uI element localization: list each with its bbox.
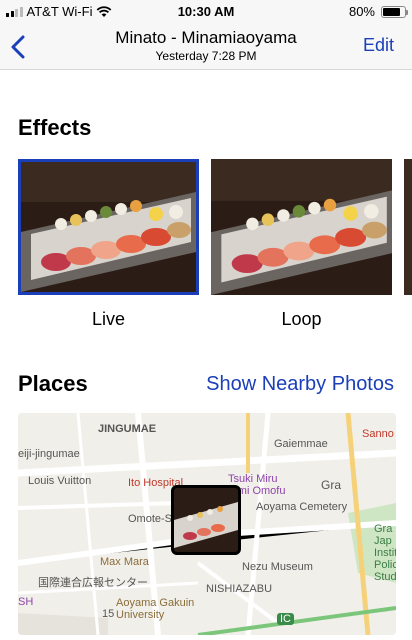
map-label-sanno: Sanno [362, 428, 394, 440]
show-nearby-photos-link[interactable]: Show Nearby Photos [206, 373, 394, 396]
status-right: 80% [348, 4, 408, 19]
map-label-side-4: Polic [374, 559, 396, 571]
places-heading: Places [18, 371, 88, 396]
map-label-aoyama-gakuin: Aoyama Gakuin [116, 597, 195, 609]
effect-loop-thumbnail[interactable] [211, 159, 392, 295]
map-label-sh: SH [18, 596, 34, 608]
pin-photo-thumbnail [174, 488, 238, 552]
map-label-university: University [116, 609, 165, 621]
map-label-omote: Omote-S [128, 513, 173, 525]
battery-percent: 80% [348, 4, 375, 19]
map-label-ic: IC [277, 613, 294, 625]
battery-fill [383, 7, 400, 16]
effect-live-label: Live [91, 309, 126, 329]
map-label-tsuki-miru: Tsuki Miru [228, 473, 278, 485]
map-label-aoyama-cemetery: Aoyama Cemetery [256, 501, 348, 513]
back-chevron-icon[interactable] [8, 34, 30, 60]
places-map[interactable]: Gaiemmae JINGUMAE eiji-jingumae Sanno Lo… [18, 413, 396, 635]
status-bar: AT&T Wi-Fi 10:30 AM 80% [0, 0, 412, 24]
page-subtitle: Yesterday 7:28 PM [155, 49, 257, 63]
map-label-route-15: 15 [102, 608, 115, 620]
map-label-kokusai: 国際連合広報センター [38, 577, 148, 589]
effect-live-thumbnail[interactable] [18, 159, 199, 295]
effect-loop-label: Loop [281, 309, 322, 329]
map-label-side-1: Gra [374, 523, 393, 535]
edit-button[interactable]: Edit [363, 35, 394, 56]
map-label-gaiemmae: Gaiemmae [274, 438, 328, 450]
sushi-photo-loop [211, 159, 392, 295]
map-label-jingumae: JINGUMAE [98, 423, 157, 435]
photo-location-pin[interactable] [171, 485, 241, 555]
map-label-side-5: Studi [374, 571, 396, 583]
navigation-bar: Minato - Minamiaoyama Yesterday 7:28 PM … [0, 24, 412, 70]
effect-next-thumbnail[interactable] [404, 159, 412, 295]
map-label-gra: Gra [321, 478, 342, 492]
map-label-nezu-museum: Nezu Museum [242, 561, 313, 573]
map-label-louis-vuitton: Louis Vuitton [28, 475, 92, 487]
map-label-meiji: eiji-jingumae [18, 448, 80, 460]
map-label-nishiazabu: NISHIAZABU [206, 583, 273, 595]
battery-icon [381, 5, 408, 18]
map-label-max-mara: Max Mara [100, 556, 149, 568]
map-label-side-3: Instit [374, 547, 396, 559]
map-label-side-2: Jap [374, 535, 392, 547]
page-title: Minato - Minamiaoyama [115, 28, 297, 47]
sushi-photo-live [21, 162, 196, 292]
effects-heading: Effects [18, 115, 92, 140]
